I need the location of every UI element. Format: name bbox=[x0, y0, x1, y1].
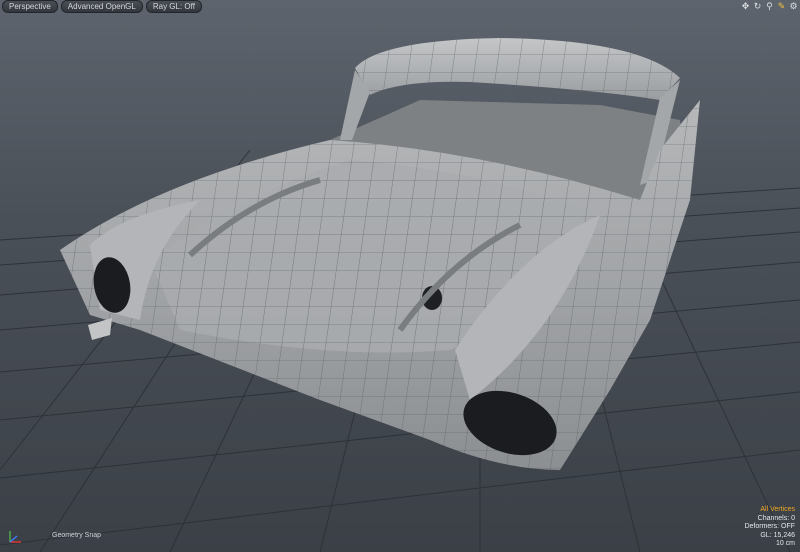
shading-mode-button[interactable]: Advanced OpenGL bbox=[60, 0, 143, 13]
view-perspective-button[interactable]: Perspective bbox=[2, 0, 58, 13]
gl-polycount: GL: 15,246 bbox=[760, 531, 795, 539]
viewport-info: All Vertices Channels: 0 Deformers: OFF … bbox=[744, 506, 795, 549]
selection-mode: All Vertices bbox=[760, 506, 795, 514]
move-view-icon[interactable]: ✥ bbox=[741, 1, 750, 11]
gear-icon[interactable]: ⚙ bbox=[789, 1, 798, 11]
viewport-toolbar: Perspective Advanced OpenGL Ray GL: Off bbox=[0, 0, 204, 13]
3d-viewport[interactable]: Perspective Advanced OpenGL Ray GL: Off … bbox=[0, 0, 800, 552]
car-body-model[interactable] bbox=[0, 0, 800, 552]
deformers-status: Deformers: OFF bbox=[744, 523, 795, 531]
pencil-icon[interactable]: ✎ bbox=[777, 1, 786, 11]
ray-gl-toggle[interactable]: Ray GL: Off bbox=[145, 0, 202, 13]
grid-size: 10 cm bbox=[775, 540, 795, 548]
channels-count: Channels: 0 bbox=[757, 514, 795, 522]
rotate-view-icon[interactable]: ↻ bbox=[753, 1, 762, 11]
view-tools: ✥ ↻ ⚲ ✎ ⚙ bbox=[741, 0, 798, 12]
zoom-view-icon[interactable]: ⚲ bbox=[765, 1, 774, 11]
geometry-snap-label[interactable]: Geometry Snap bbox=[52, 532, 101, 539]
axis-gizmo-icon bbox=[9, 531, 21, 543]
